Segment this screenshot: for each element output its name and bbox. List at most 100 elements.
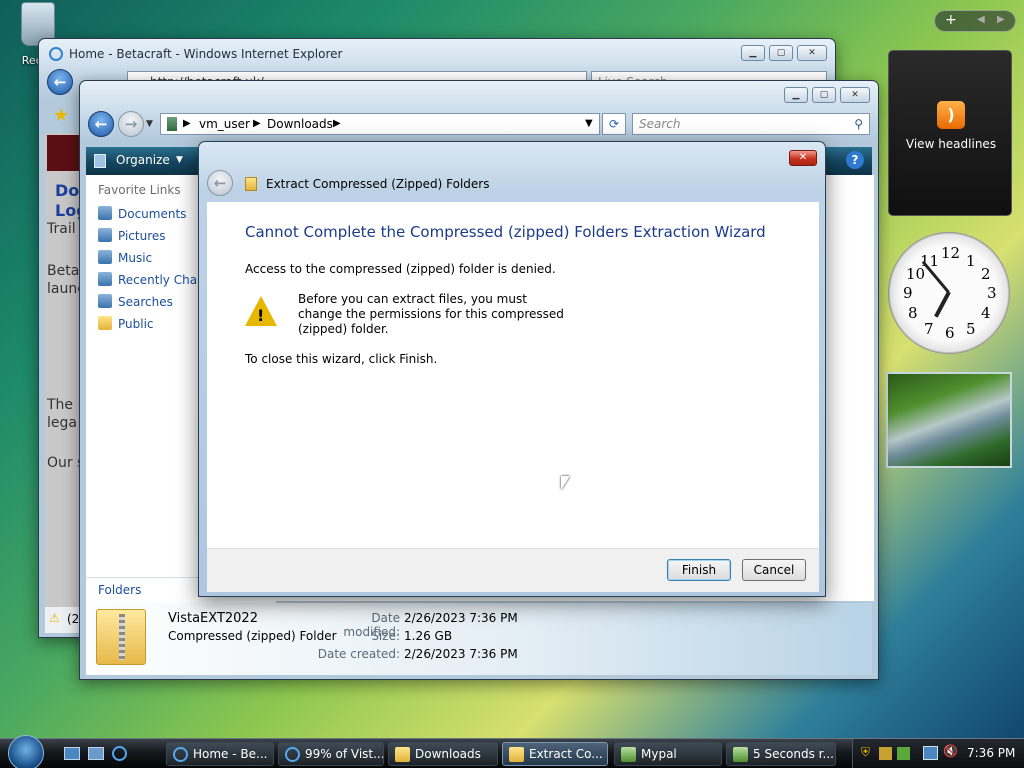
sidebar-item-label: Searches [118,295,173,309]
view-headlines-label[interactable]: View headlines [889,137,1013,151]
page-text: Trail [47,221,76,237]
sidebar-controls: + ◀ ▶ [934,10,1016,32]
start-button[interactable] [8,735,44,768]
warning-text: Before you can extract files, you must [298,292,527,306]
refresh-icon: ⟳ [608,117,620,131]
folders-label: Folders [98,583,142,597]
cancel-button[interactable]: Cancel [742,559,806,581]
folder-icon [395,747,410,762]
taskbar-item-extract[interactable]: Extract Co... [502,742,608,766]
site-logo [47,135,79,171]
next-icon[interactable]: ▶ [997,14,1005,25]
size-label: Size: [371,629,400,643]
clock-number: 8 [908,304,918,322]
ie-icon [173,747,188,762]
back-button[interactable]: ← [207,170,233,196]
back-button[interactable]: ← [47,69,73,95]
show-desktop-icon[interactable] [64,747,80,760]
organize-icon [94,154,106,168]
help-icon[interactable]: ? [846,151,864,169]
close-button[interactable]: ✕ [797,45,827,61]
documents-icon [98,206,112,220]
folder-icon [167,117,177,131]
feed-headlines-gadget[interactable]: ) View headlines [888,50,1012,216]
clock-number: 5 [966,320,976,338]
close-instruction: To close this wizard, click Finish. [245,352,438,366]
access-denied-message: Access to the compressed (zipped) folder… [245,262,556,276]
taskbar-item-label: Extract Co... [529,747,603,761]
forward-button[interactable]: → [118,111,144,137]
tray-app-icon[interactable] [879,747,892,760]
recently-changed-icon [98,272,112,286]
sidebar-item-label: Public [118,317,154,331]
sidebar-item-label: Documents [118,207,187,221]
extract-wizard-dialog[interactable]: ✕ ← Extract Compressed (Zipped) Folders … [198,141,826,597]
switch-windows-icon[interactable] [88,747,104,760]
security-shield-icon[interactable]: ⛨ [861,745,870,760]
breadcrumb-vm-user[interactable]: vm_user [199,114,250,134]
warning-text: change the permissions for this compress… [298,307,564,321]
clock-number: 9 [903,284,913,302]
close-button[interactable]: ✕ [789,150,817,166]
recent-pages-icon[interactable]: ▼ [146,119,153,129]
maximize-button[interactable]: ▢ [812,87,836,103]
ie-quicklaunch-icon[interactable] [112,746,127,761]
previous-icon[interactable]: ◀ [977,14,985,25]
breadcrumb-separator-icon: ▶ [253,118,261,129]
taskbar-item-label: 99% of Vist... [305,747,384,761]
ie-title: Home - Betacraft - Windows Internet Expl… [69,47,343,61]
organize-dropdown-icon[interactable]: ▼ [176,155,183,165]
add-gadget-icon[interactable]: + [945,12,957,28]
taskbar-item-mypal[interactable]: Mypal [614,742,722,766]
tray-app-icon[interactable] [897,747,910,760]
file-type: Compressed (zipped) Folder [168,629,337,643]
searches-icon [98,294,112,308]
taskbar-item-label: Downloads [415,747,481,761]
taskbar-item-downloads[interactable]: Downloads [388,742,498,766]
ie-logo-icon [49,47,63,61]
minimize-button[interactable]: ▁ [784,87,808,103]
taskbar: Home - Be... 99% of Vist... Downloads Ex… [0,735,1024,768]
favorites-star-icon[interactable]: ★ [53,105,69,126]
back-button[interactable]: ← [88,111,114,137]
taskbar-item-label: Mypal [641,747,677,761]
refresh-button[interactable]: ⟳ [602,113,626,135]
taskbar-item-5-seconds[interactable]: 5 Seconds r... [726,742,836,766]
taskbar-item-ie-vista[interactable]: 99% of Vist... [278,742,384,766]
wizard-footer: Finish Cancel [207,548,819,592]
status-warning-icon: ⚠ [49,611,60,625]
taskbar-item-ie-home[interactable]: Home - Be... [166,742,274,766]
maximize-button[interactable]: ▢ [769,45,793,61]
address-dropdown-icon[interactable]: ▼ [585,114,593,134]
clock-number: 6 [945,324,955,342]
wizard-body: Cannot Complete the Compressed (zipped) … [207,202,819,548]
app-icon [733,747,748,762]
mypal-icon [621,747,636,762]
ie-icon [285,747,300,762]
clock-time[interactable]: 7:36 PM [967,746,1015,760]
volume-muted-icon[interactable]: 🔇 [943,744,958,758]
clock-number: 4 [981,304,991,322]
size-value: 1.26 GB [404,629,453,643]
close-button[interactable]: ✕ [840,87,870,103]
pictures-icon [98,228,112,242]
finish-button[interactable]: Finish [667,559,731,581]
breadcrumb-downloads[interactable]: Downloads [267,114,333,134]
slideshow-gadget[interactable] [886,372,1012,468]
sidebar-item-label: Pictures [118,229,166,243]
rss-icon: ) [937,101,965,129]
organize-button[interactable]: Organize [116,153,170,167]
date-created-label: Date created: [317,647,400,661]
mouse-cursor [561,476,570,490]
page-text: The [47,397,74,413]
search-box[interactable]: Search ⚲ [632,113,870,135]
wizard-title: Extract Compressed (Zipped) Folders [266,177,490,191]
network-icon[interactable] [923,746,938,760]
warning-text: (zipped) folder. [298,322,389,336]
sidebar-item-label: Music [118,251,153,265]
page-text: Beta [47,263,80,279]
clock-number: 7 [924,320,934,338]
address-bar[interactable]: ▶ vm_user ▶ Downloads ▶ ▼ [160,113,600,135]
search-placeholder: Search [639,117,681,131]
minimize-button[interactable]: ▁ [741,45,765,61]
